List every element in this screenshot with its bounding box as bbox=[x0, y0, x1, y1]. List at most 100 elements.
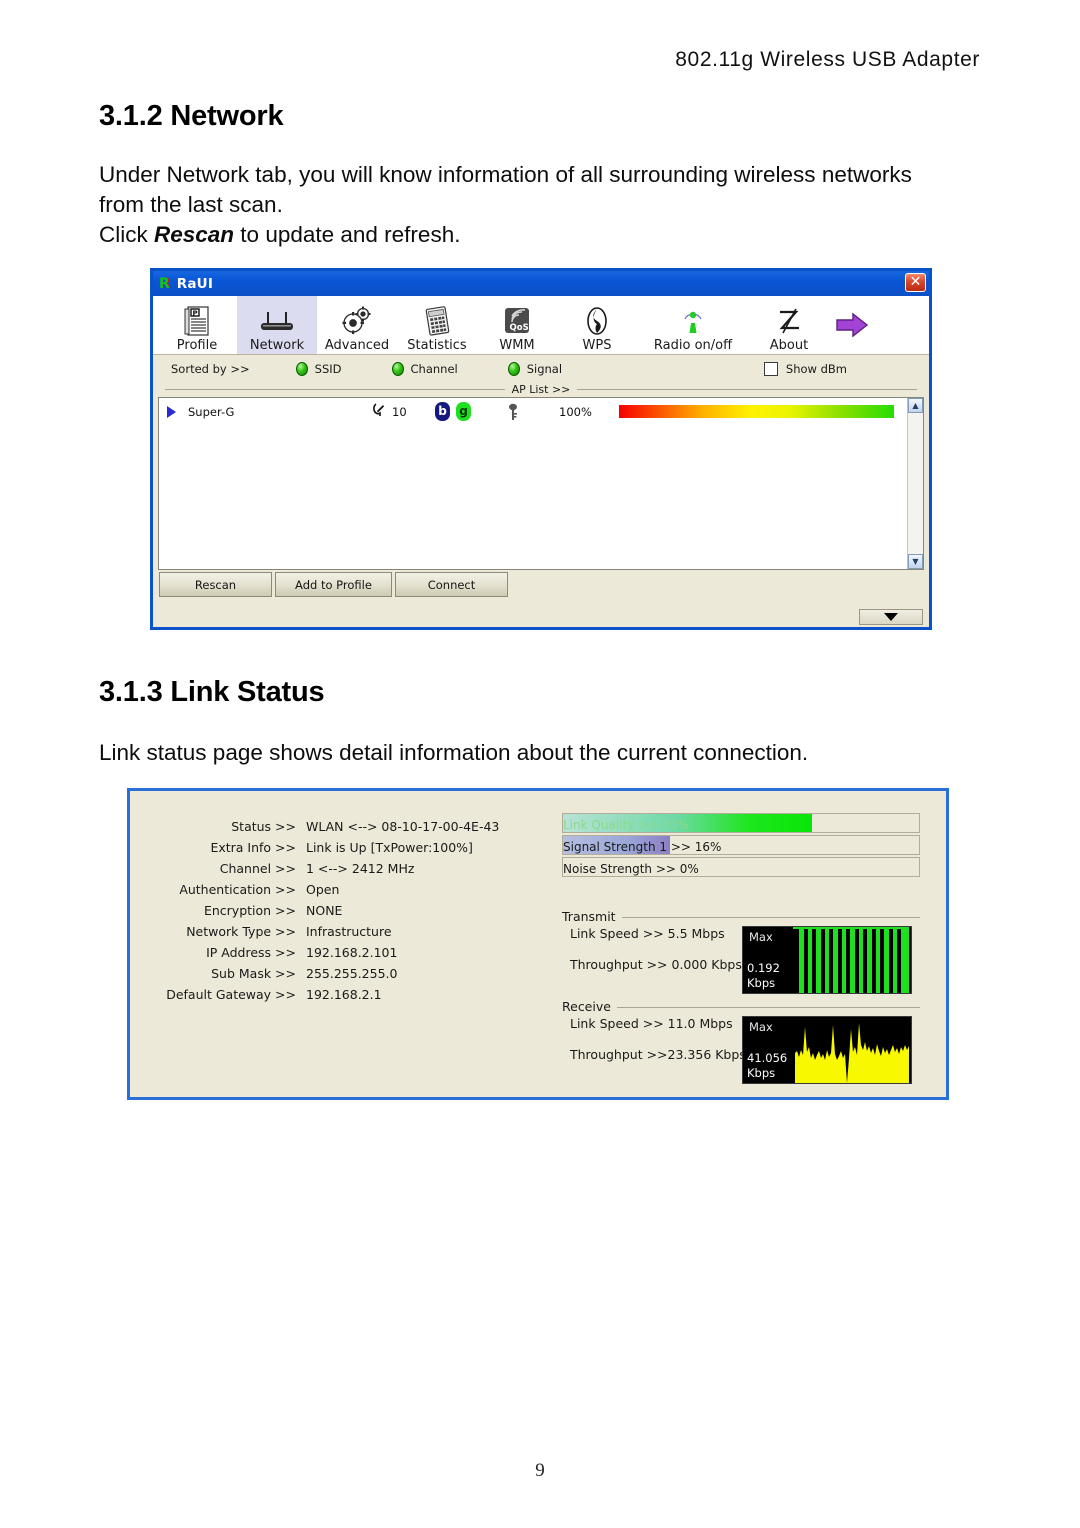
rescan-button[interactable]: Rescan bbox=[159, 572, 272, 597]
tab-network[interactable]: Network bbox=[237, 296, 317, 354]
field-status-value: WLAN <--> 08-10-17-00-4E-43 bbox=[306, 819, 500, 834]
field-status-label: Status >> bbox=[231, 819, 296, 834]
close-icon[interactable]: ✕ bbox=[905, 273, 926, 292]
field-ip-address-label: IP Address >> bbox=[206, 945, 296, 960]
ap-mode-badges: b g bbox=[435, 402, 507, 421]
noise-strength-bar: Noise Strength >> 0% bbox=[562, 857, 920, 877]
antenna-icon bbox=[679, 305, 707, 336]
tab-statistics-label: Statistics bbox=[407, 338, 467, 353]
page-number: 9 bbox=[535, 1460, 545, 1481]
receive-group: Receive Link Speed >> 11.0 Mbps Throughp… bbox=[562, 999, 920, 1084]
add-to-profile-button[interactable]: Add to Profile bbox=[275, 572, 392, 597]
sorted-by-label: Sorted by >> bbox=[171, 361, 250, 376]
paragraph-link-status: Link status page shows detail informatio… bbox=[99, 740, 809, 765]
transmit-title-label: Transmit bbox=[562, 909, 622, 924]
scroll-up-icon[interactable]: ▲ bbox=[908, 398, 923, 413]
tab-radio-on-off[interactable]: Radio on/off bbox=[637, 296, 749, 354]
field-channel-value: 1 <--> 2412 MHz bbox=[306, 861, 415, 876]
field-default-gateway-value: 192.168.2.1 bbox=[306, 987, 382, 1002]
profile-page-icon: P bbox=[184, 305, 210, 336]
svg-text:P: P bbox=[193, 309, 198, 317]
field-extra-info: Extra Info >> Link is Up [TxPower:100%] bbox=[144, 837, 544, 858]
tab-advanced[interactable]: Advanced bbox=[317, 296, 397, 354]
wps-icon bbox=[583, 305, 611, 336]
tab-wps[interactable]: WPS bbox=[557, 296, 637, 354]
field-encryption-label: Encryption >> bbox=[203, 903, 296, 918]
field-network-type-label: Network Type >> bbox=[186, 924, 296, 939]
radio-led-icon bbox=[507, 361, 520, 376]
ap-list-caption-label: AP List >> bbox=[504, 382, 578, 396]
page-header: 802.11g Wireless USB Adapter bbox=[675, 48, 980, 71]
link-quality-label: Link Quality >> 70% bbox=[563, 818, 689, 832]
transmit-body: Link Speed >> 5.5 Mbps Throughput >> 0.0… bbox=[562, 926, 920, 994]
receive-title: Receive bbox=[562, 999, 920, 1014]
tab-advanced-label: Advanced bbox=[324, 338, 390, 353]
field-network-type: Network Type >> Infrastructure bbox=[144, 921, 544, 942]
field-authentication: Authentication >> Open bbox=[144, 879, 544, 900]
rescan-emphasis: Rescan bbox=[154, 222, 235, 247]
window-titlebar: R RaUI ✕ bbox=[153, 271, 929, 296]
ap-channel-value: 10 bbox=[392, 404, 407, 419]
receive-graph: Max 41.056 Kbps bbox=[742, 1016, 912, 1084]
transmit-graph-unit: Kbps bbox=[747, 976, 776, 990]
transmit-graph-value: 0.192 bbox=[747, 961, 780, 975]
receive-title-label: Receive bbox=[562, 999, 617, 1014]
tab-wps-label: WPS bbox=[582, 338, 612, 353]
receive-graph-value: 41.056 bbox=[747, 1051, 788, 1065]
raui-network-window: R RaUI ✕ P Profile Network Advanced Stat… bbox=[150, 268, 932, 630]
tab-profile[interactable]: P Profile bbox=[157, 296, 237, 354]
tab-wmm[interactable]: QoS WMM bbox=[477, 296, 557, 354]
sort-option-channel-label: Channel bbox=[410, 361, 458, 376]
tab-statistics[interactable]: Statistics bbox=[397, 296, 477, 354]
link-status-fields: Status >> WLAN <--> 08-10-17-00-4E-43 Ex… bbox=[144, 816, 544, 1005]
purple-right-arrow-icon[interactable] bbox=[829, 296, 875, 354]
channel-icon bbox=[373, 402, 387, 421]
field-default-gateway: Default Gateway >> 192.168.2.1 bbox=[144, 984, 544, 1005]
sort-option-signal[interactable]: Signal bbox=[507, 361, 563, 376]
transmit-text: Link Speed >> 5.5 Mbps Throughput >> 0.0… bbox=[562, 926, 742, 994]
sort-option-ssid[interactable]: SSID bbox=[295, 361, 342, 376]
paragraph-network: Under Network tab, you will know informa… bbox=[99, 160, 959, 250]
show-dbm-label: Show dBm bbox=[785, 361, 847, 376]
receive-body: Link Speed >> 11.0 Mbps Throughput >>23.… bbox=[562, 1016, 920, 1084]
heading-network: 3.1.2 Network bbox=[99, 100, 284, 132]
connect-button[interactable]: Connect bbox=[395, 572, 508, 597]
transmit-graph: Max 0.192 Kbps bbox=[742, 926, 912, 994]
main-toolbar: P Profile Network Advanced Statistics Qo… bbox=[153, 296, 929, 355]
tab-about[interactable]: About bbox=[749, 296, 829, 354]
paragraph-network-line1: Under Network tab, you will know informa… bbox=[99, 162, 912, 217]
calculator-icon bbox=[422, 305, 452, 336]
sort-option-channel[interactable]: Channel bbox=[391, 361, 458, 376]
receive-graph-max-label: Max bbox=[749, 1020, 773, 1034]
field-status: Status >> WLAN <--> 08-10-17-00-4E-43 bbox=[144, 816, 544, 837]
collapse-panel-button[interactable] bbox=[859, 609, 923, 625]
heading-link-status: 3.1.3 Link Status bbox=[99, 676, 325, 708]
field-sub-mask-value: 255.255.255.0 bbox=[306, 966, 398, 981]
sort-option-signal-label: Signal bbox=[526, 361, 563, 376]
tab-network-label: Network bbox=[249, 338, 305, 353]
field-channel-label: Channel >> bbox=[219, 861, 296, 876]
receive-text: Link Speed >> 11.0 Mbps Throughput >>23.… bbox=[562, 1016, 746, 1084]
key-icon bbox=[507, 403, 559, 421]
router-icon bbox=[256, 305, 298, 336]
field-authentication-value: Open bbox=[306, 882, 340, 897]
ap-signal-bar bbox=[619, 405, 894, 418]
ap-list-scrollbar[interactable]: ▲ ▼ bbox=[907, 398, 923, 569]
transmit-throughput: Throughput >> 0.000 Kbps bbox=[570, 957, 742, 972]
field-network-type-value: Infrastructure bbox=[306, 924, 392, 939]
selection-marker-icon bbox=[167, 405, 176, 418]
show-dbm-checkbox[interactable]: Show dBm bbox=[763, 361, 847, 376]
signature-icon bbox=[774, 305, 804, 336]
link-status-panel: Status >> WLAN <--> 08-10-17-00-4E-43 Ex… bbox=[127, 788, 949, 1100]
table-row[interactable]: Super-G 10 b g 100% bbox=[159, 398, 907, 425]
checkbox-icon bbox=[763, 361, 778, 376]
field-extra-info-label: Extra Info >> bbox=[210, 840, 296, 855]
radio-led-icon bbox=[391, 361, 404, 376]
scroll-down-icon[interactable]: ▼ bbox=[908, 554, 923, 569]
qos-icon: QoS bbox=[502, 305, 532, 336]
ap-channel: 10 bbox=[373, 402, 435, 421]
signal-strength-label: Signal Strength 1 >> 16% bbox=[563, 840, 722, 854]
receive-link-speed: Link Speed >> 11.0 Mbps bbox=[570, 1016, 733, 1031]
field-encryption: Encryption >> NONE bbox=[144, 900, 544, 921]
ap-ssid: Super-G bbox=[188, 404, 235, 419]
